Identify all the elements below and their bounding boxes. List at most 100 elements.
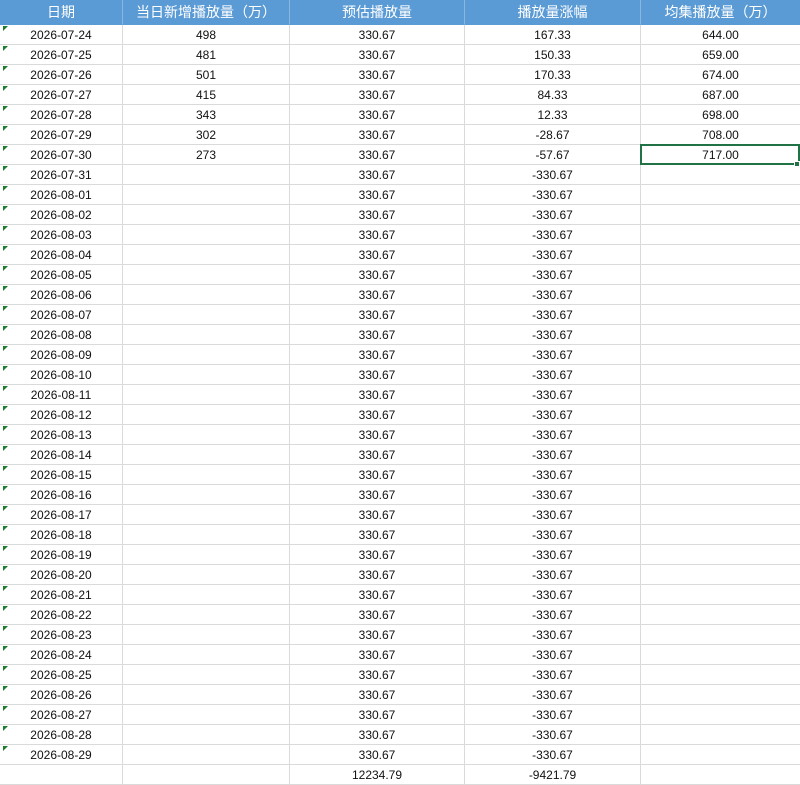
cell-estimated-plays[interactable]: 330.67 — [290, 385, 465, 405]
cell-daily-new-plays[interactable] — [123, 445, 290, 465]
cell-date[interactable]: 2026-07-31 — [0, 165, 123, 185]
cell-daily-new-plays[interactable] — [123, 385, 290, 405]
cell-date[interactable]: 2026-07-30 — [0, 145, 123, 165]
cell-avg-episode-plays[interactable] — [641, 165, 800, 185]
header-daily-new-plays[interactable]: 当日新增播放量（万） — [123, 0, 290, 25]
cell-estimated-plays[interactable]: 330.67 — [290, 325, 465, 345]
cell-estimated-plays[interactable]: 330.67 — [290, 345, 465, 365]
cell-date[interactable]: 2026-08-28 — [0, 725, 123, 745]
cell-date[interactable]: 2026-08-11 — [0, 385, 123, 405]
header-estimated-plays[interactable]: 预估播放量 — [290, 0, 465, 25]
cell-estimated-plays[interactable]: 330.67 — [290, 465, 465, 485]
cell-avg-episode-plays[interactable] — [641, 345, 800, 365]
cell-estimated-plays[interactable]: 330.67 — [290, 685, 465, 705]
cell-plays-change[interactable]: -330.67 — [465, 185, 641, 205]
header-date[interactable]: 日期 — [0, 0, 123, 25]
cell-daily-new-plays[interactable] — [123, 205, 290, 225]
cell-avg-episode-plays[interactable] — [641, 565, 800, 585]
cell-estimated-plays[interactable]: 330.67 — [290, 65, 465, 85]
total-avg-episode-plays[interactable] — [641, 765, 800, 785]
cell-daily-new-plays[interactable] — [123, 465, 290, 485]
cell-avg-episode-plays[interactable] — [641, 645, 800, 665]
cell-plays-change[interactable]: -330.67 — [465, 445, 641, 465]
cell-daily-new-plays[interactable]: 273 — [123, 145, 290, 165]
cell-estimated-plays[interactable]: 330.67 — [290, 605, 465, 625]
cell-estimated-plays[interactable]: 330.67 — [290, 145, 465, 165]
cell-estimated-plays[interactable]: 330.67 — [290, 365, 465, 385]
cell-date[interactable]: 2026-08-05 — [0, 265, 123, 285]
cell-avg-episode-plays[interactable]: 644.00 — [641, 25, 800, 45]
cell-avg-episode-plays[interactable] — [641, 385, 800, 405]
cell-date[interactable]: 2026-08-23 — [0, 625, 123, 645]
cell-daily-new-plays[interactable] — [123, 365, 290, 385]
cell-estimated-plays[interactable]: 330.67 — [290, 205, 465, 225]
cell-avg-episode-plays[interactable] — [641, 705, 800, 725]
cell-estimated-plays[interactable]: 330.67 — [290, 265, 465, 285]
cell-daily-new-plays[interactable] — [123, 485, 290, 505]
cell-daily-new-plays[interactable] — [123, 245, 290, 265]
cell-plays-change[interactable]: -330.67 — [465, 405, 641, 425]
cell-estimated-plays[interactable]: 330.67 — [290, 705, 465, 725]
cell-date[interactable]: 2026-08-12 — [0, 405, 123, 425]
cell-avg-episode-plays[interactable] — [641, 285, 800, 305]
cell-daily-new-plays[interactable] — [123, 225, 290, 245]
cell-daily-new-plays[interactable]: 498 — [123, 25, 290, 45]
cell-estimated-plays[interactable]: 330.67 — [290, 425, 465, 445]
cell-daily-new-plays[interactable] — [123, 545, 290, 565]
cell-plays-change[interactable]: 84.33 — [465, 85, 641, 105]
cell-plays-change[interactable]: -330.67 — [465, 365, 641, 385]
cell-plays-change[interactable]: -330.67 — [465, 745, 641, 765]
cell-daily-new-plays[interactable] — [123, 585, 290, 605]
cell-avg-episode-plays[interactable] — [641, 525, 800, 545]
cell-avg-episode-plays[interactable] — [641, 545, 800, 565]
cell-plays-change[interactable]: -330.67 — [465, 225, 641, 245]
cell-estimated-plays[interactable]: 330.67 — [290, 225, 465, 245]
cell-estimated-plays[interactable]: 330.67 — [290, 445, 465, 465]
cell-estimated-plays[interactable]: 330.67 — [290, 285, 465, 305]
cell-avg-episode-plays[interactable] — [641, 685, 800, 705]
cell-avg-episode-plays[interactable] — [641, 445, 800, 465]
cell-plays-change[interactable]: -57.67 — [465, 145, 641, 165]
cell-plays-change[interactable]: -330.67 — [465, 325, 641, 345]
cell-date[interactable]: 2026-08-10 — [0, 365, 123, 385]
cell-plays-change[interactable]: -330.67 — [465, 285, 641, 305]
cell-date[interactable]: 2026-08-16 — [0, 485, 123, 505]
cell-plays-change[interactable]: -330.67 — [465, 245, 641, 265]
cell-estimated-plays[interactable]: 330.67 — [290, 25, 465, 45]
total-date[interactable] — [0, 765, 123, 785]
cell-estimated-plays[interactable]: 330.67 — [290, 585, 465, 605]
cell-estimated-plays[interactable]: 330.67 — [290, 525, 465, 545]
cell-plays-change[interactable]: -28.67 — [465, 125, 641, 145]
cell-daily-new-plays[interactable]: 343 — [123, 105, 290, 125]
cell-date[interactable]: 2026-07-25 — [0, 45, 123, 65]
cell-plays-change[interactable]: -330.67 — [465, 385, 641, 405]
cell-avg-episode-plays[interactable] — [641, 245, 800, 265]
cell-avg-episode-plays[interactable] — [641, 425, 800, 445]
cell-plays-change[interactable]: -330.67 — [465, 545, 641, 565]
cell-plays-change[interactable]: -330.67 — [465, 345, 641, 365]
cell-plays-change[interactable]: -330.67 — [465, 485, 641, 505]
cell-daily-new-plays[interactable] — [123, 705, 290, 725]
cell-daily-new-plays[interactable] — [123, 645, 290, 665]
cell-avg-episode-plays[interactable]: 674.00 — [641, 65, 800, 85]
cell-date[interactable]: 2026-08-01 — [0, 185, 123, 205]
cell-date[interactable]: 2026-08-07 — [0, 305, 123, 325]
cell-date[interactable]: 2026-08-25 — [0, 665, 123, 685]
fill-handle[interactable] — [794, 161, 800, 167]
cell-avg-episode-plays[interactable]: 698.00 — [641, 105, 800, 125]
cell-date[interactable]: 2026-08-22 — [0, 605, 123, 625]
cell-date[interactable]: 2026-08-03 — [0, 225, 123, 245]
cell-plays-change[interactable]: -330.67 — [465, 585, 641, 605]
cell-date[interactable]: 2026-08-04 — [0, 245, 123, 265]
cell-plays-change[interactable]: -330.67 — [465, 625, 641, 645]
cell-daily-new-plays[interactable] — [123, 285, 290, 305]
cell-avg-episode-plays[interactable] — [641, 405, 800, 425]
cell-estimated-plays[interactable]: 330.67 — [290, 505, 465, 525]
cell-date[interactable]: 2026-08-20 — [0, 565, 123, 585]
cell-date[interactable]: 2026-08-21 — [0, 585, 123, 605]
cell-daily-new-plays[interactable] — [123, 605, 290, 625]
cell-estimated-plays[interactable]: 330.67 — [290, 305, 465, 325]
cell-date[interactable]: 2026-08-09 — [0, 345, 123, 365]
cell-avg-episode-plays[interactable] — [641, 745, 800, 765]
cell-estimated-plays[interactable]: 330.67 — [290, 565, 465, 585]
